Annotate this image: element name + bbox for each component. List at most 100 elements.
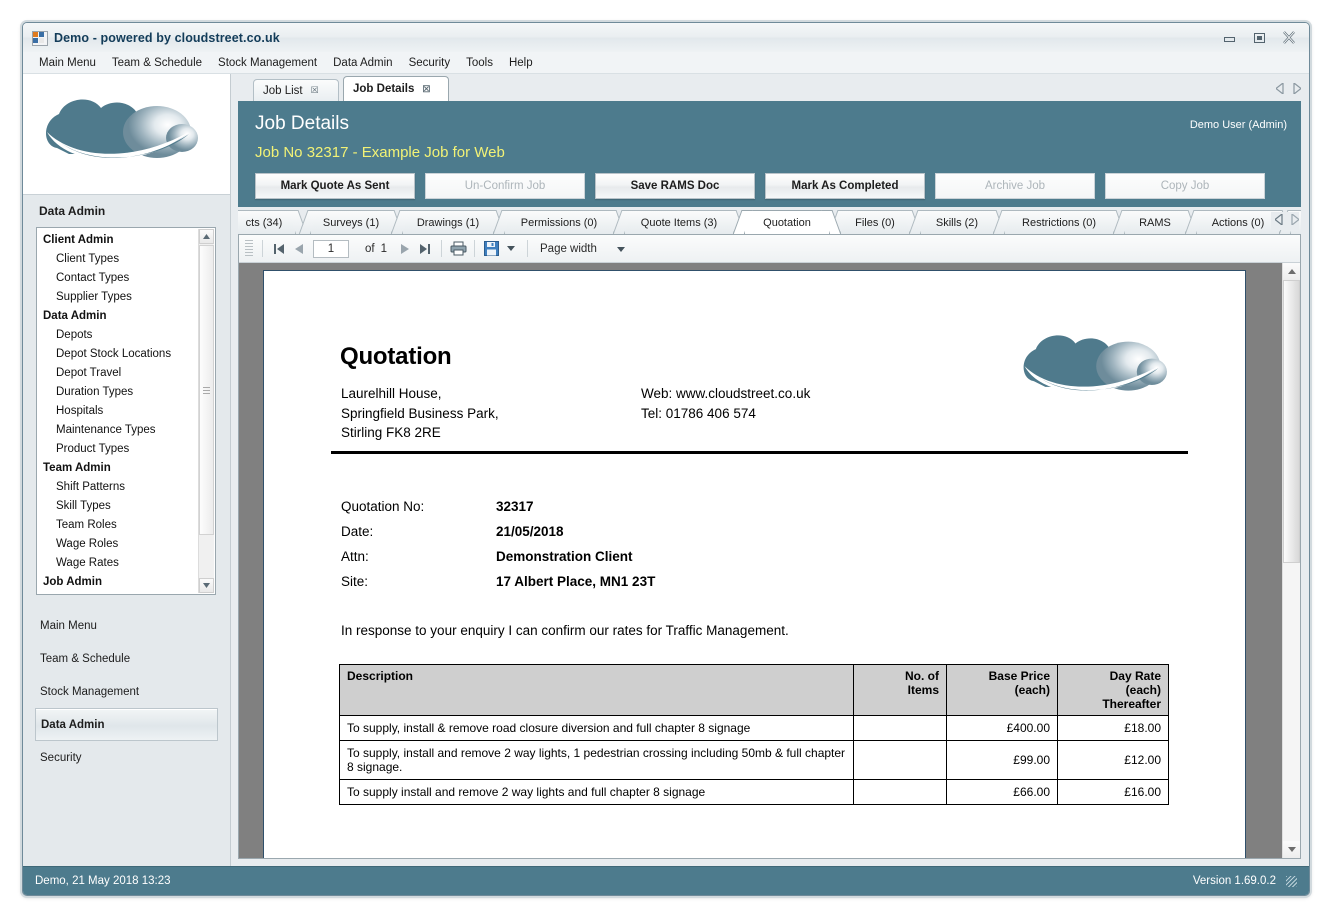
- report-scroll-down-icon[interactable]: [1283, 841, 1300, 858]
- scroll-down-icon[interactable]: [199, 578, 214, 593]
- maximize-icon[interactable]: [1245, 28, 1273, 48]
- tab-job-list-close-icon[interactable]: ☒: [311, 85, 319, 96]
- menu-item-main-menu[interactable]: Main Menu: [31, 55, 104, 71]
- tree-item-hospitals[interactable]: Hospitals: [37, 402, 198, 421]
- resize-grip-icon[interactable]: [1286, 875, 1297, 887]
- save-rams-doc-button[interactable]: Save RAMS Doc: [595, 173, 755, 199]
- section-tab-prev-icon[interactable]: [1274, 212, 1284, 230]
- field-row-quotation-no: Quotation No: 32317: [341, 499, 655, 524]
- tree-item-contact-types[interactable]: Contact Types: [37, 269, 198, 288]
- report-scroll-up-icon[interactable]: [1283, 263, 1300, 280]
- job-header: Job Details Demo User (Admin) Job No 323…: [238, 101, 1301, 207]
- tree-item-maintenance-types[interactable]: Maintenance Types: [37, 421, 198, 440]
- scroll-up-icon[interactable]: [199, 229, 214, 244]
- data-admin-tree[interactable]: Client Admin Client Types Contact Types …: [36, 227, 216, 595]
- tree-item-client-types[interactable]: Client Types: [37, 250, 198, 269]
- previous-page-icon[interactable]: [289, 239, 309, 259]
- section-tab-skills[interactable]: Skills (2): [920, 210, 994, 234]
- tree-scrollbar-thumb[interactable]: [199, 245, 214, 535]
- col-day-line3: Thereafter: [1102, 697, 1161, 711]
- section-tab-nav: [1271, 212, 1300, 230]
- first-page-icon[interactable]: [269, 239, 289, 259]
- doc-tab-prev-icon[interactable]: [1275, 81, 1285, 99]
- section-tab-contacts[interactable]: cts (34): [238, 210, 296, 234]
- cell-description: To supply, install and remove 2 way ligh…: [339, 740, 854, 780]
- menu-item-stock-management[interactable]: Stock Management: [210, 55, 325, 71]
- quotation-items-table: Description No. of Items Base Price (eac…: [339, 664, 1169, 805]
- tree-item-depots[interactable]: Depots: [37, 326, 198, 345]
- tree-group-team-admin[interactable]: Team Admin: [37, 459, 198, 478]
- zoom-select-value: Page width: [540, 242, 597, 255]
- section-tab-quote-items[interactable]: Quote Items (3): [624, 210, 734, 234]
- sidebar-item-security[interactable]: Security: [23, 741, 230, 774]
- section-tab-permissions[interactable]: Permissions (0): [504, 210, 614, 234]
- sidebar-item-data-admin[interactable]: Data Admin: [35, 708, 218, 741]
- tree-group-data-admin[interactable]: Data Admin: [37, 307, 198, 326]
- toolbar-drag-grip-icon[interactable]: [245, 239, 253, 258]
- section-tab-quotation[interactable]: Quotation: [744, 210, 830, 234]
- last-page-icon[interactable]: [415, 239, 435, 259]
- tree-item-supplier-types[interactable]: Supplier Types: [37, 288, 198, 307]
- chevron-down-icon[interactable]: [616, 243, 625, 255]
- menu-item-tools[interactable]: Tools: [458, 55, 501, 71]
- document-tab-bar: Job List ☒ Job Details ☒: [231, 74, 1309, 101]
- tree-item-depot-travel[interactable]: Depot Travel: [37, 364, 198, 383]
- report-viewer: 1 of 1 Page width Quotation Laurelhill H…: [238, 234, 1301, 859]
- address-line-2: Springfield Business Park,: [341, 405, 499, 421]
- tree-item-wage-rates[interactable]: Wage Rates: [37, 554, 198, 573]
- section-tab-files[interactable]: Files (0): [840, 210, 910, 234]
- close-icon[interactable]: [1275, 28, 1303, 48]
- next-page-icon[interactable]: [395, 239, 415, 259]
- tree-item-team-roles[interactable]: Team Roles: [37, 516, 198, 535]
- tab-job-list[interactable]: Job List ☒: [253, 79, 339, 101]
- mark-as-completed-button[interactable]: Mark As Completed: [765, 173, 925, 199]
- mark-quote-as-sent-button[interactable]: Mark Quote As Sent: [255, 173, 415, 199]
- menu-item-help[interactable]: Help: [501, 55, 541, 71]
- minimize-icon[interactable]: [1215, 28, 1243, 48]
- cell-items: [853, 779, 947, 805]
- table-row: To supply, install & remove road closure…: [339, 715, 1169, 741]
- col-items-line2: Items: [907, 683, 939, 697]
- sidebar-item-main-menu[interactable]: Main Menu: [23, 609, 230, 642]
- table-body: To supply, install & remove road closure…: [339, 715, 1169, 805]
- print-icon[interactable]: [448, 239, 468, 259]
- section-tab-next-icon[interactable]: [1290, 212, 1300, 230]
- section-tab-surveys[interactable]: Surveys (1): [310, 210, 392, 234]
- sidebar-item-stock-management[interactable]: Stock Management: [23, 675, 230, 708]
- menu-item-data-admin[interactable]: Data Admin: [325, 55, 400, 71]
- section-tab-drawings[interactable]: Drawings (1): [402, 210, 494, 234]
- doc-tab-next-icon[interactable]: [1292, 81, 1302, 99]
- section-tab-restrictions[interactable]: Restrictions (0): [1004, 210, 1114, 234]
- tree-item-duration-types[interactable]: Duration Types: [37, 383, 198, 402]
- tree-item-shift-patterns[interactable]: Shift Patterns: [37, 478, 198, 497]
- section-tab-actions[interactable]: Actions (0): [1196, 210, 1280, 234]
- table-row: To supply install and remove 2 way light…: [339, 779, 1169, 805]
- section-tab-rams[interactable]: RAMS: [1124, 210, 1186, 234]
- toolbar-separator-2: [441, 240, 442, 257]
- job-subtitle: Job No 32317 - Example Job for Web: [255, 144, 505, 161]
- sidebar-item-team-schedule[interactable]: Team & Schedule: [23, 642, 230, 675]
- archive-job-button: Archive Job: [935, 173, 1095, 199]
- tree-item-skill-types[interactable]: Skill Types: [37, 497, 198, 516]
- report-scrollbar-thumb[interactable]: [1283, 280, 1300, 563]
- tree-item-product-types[interactable]: Product Types: [37, 440, 198, 459]
- tab-job-details[interactable]: Job Details ☒: [343, 76, 449, 101]
- tree-item-wage-roles[interactable]: Wage Roles: [37, 535, 198, 554]
- status-right: Version 1.69.0.2: [1193, 875, 1297, 887]
- tree-group-client-admin[interactable]: Client Admin: [37, 231, 198, 250]
- tree-group-job-admin[interactable]: Job Admin: [37, 573, 198, 591]
- report-scrollbar[interactable]: [1282, 263, 1300, 858]
- page-number-input[interactable]: 1: [313, 239, 349, 258]
- tree-item-depot-stock-locations[interactable]: Depot Stock Locations: [37, 345, 198, 364]
- tree-scrollbar[interactable]: [198, 229, 214, 593]
- section-tab-bar: cts (34) Surveys (1) Drawings (1) Permis…: [238, 207, 1301, 235]
- tab-job-details-close-icon[interactable]: ☒: [422, 84, 430, 95]
- tree-items: Client Admin Client Types Contact Types …: [37, 231, 198, 591]
- sidebar-panel-title: Data Admin: [39, 204, 106, 218]
- zoom-select[interactable]: Page width: [540, 243, 625, 255]
- export-caret-icon[interactable]: [501, 239, 521, 259]
- menu-item-team-schedule[interactable]: Team & Schedule: [104, 55, 210, 71]
- save-export-icon[interactable]: [481, 239, 501, 259]
- menu-bar: Main Menu Team & Schedule Stock Manageme…: [23, 52, 1309, 74]
- menu-item-security[interactable]: Security: [401, 55, 459, 71]
